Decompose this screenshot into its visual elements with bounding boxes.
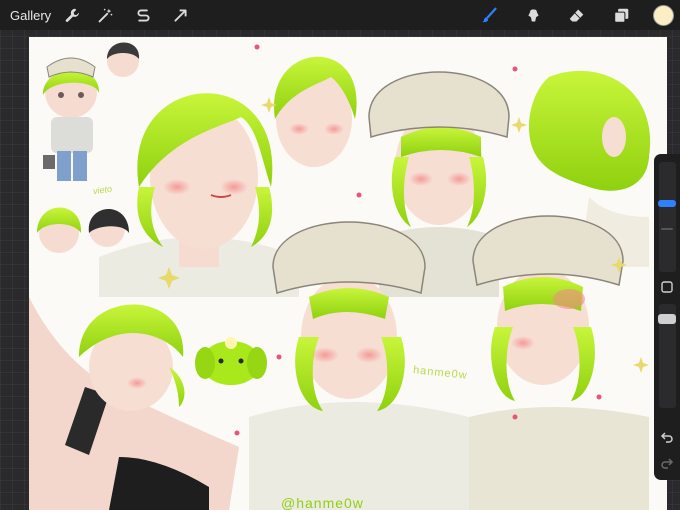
gallery-button[interactable]: Gallery [10, 8, 51, 23]
sketch-artwork [29, 42, 651, 510]
magic-wand-icon[interactable] [96, 6, 114, 24]
layers-icon[interactable] [612, 6, 630, 24]
transform-arrow-icon[interactable] [171, 6, 189, 24]
chibi-pair [37, 207, 129, 253]
redo-icon[interactable] [660, 456, 674, 470]
head-top-center [274, 56, 357, 167]
chibi-head-dark [107, 42, 140, 77]
smudge-icon[interactable] [524, 6, 542, 24]
wrench-icon[interactable] [63, 6, 81, 24]
drawing-canvas[interactable]: vieto hanme0w @hanme0w [29, 37, 667, 510]
brush-size-thumb[interactable] [658, 200, 676, 207]
arm-portrait [29, 297, 239, 510]
brush-slider-panel [654, 154, 680, 480]
eyedropper-square-icon[interactable] [660, 280, 674, 294]
green-dog-doodle [195, 337, 267, 385]
eraser-icon[interactable] [567, 6, 585, 24]
main-portrait [99, 93, 299, 297]
top-toolbar: Gallery [0, 0, 680, 30]
canvas-signature: @hanme0w [281, 495, 364, 510]
active-color-swatch[interactable] [653, 5, 674, 26]
undo-icon[interactable] [660, 430, 674, 444]
opacity-thumb[interactable] [658, 314, 676, 324]
selection-s-icon[interactable] [134, 6, 152, 24]
brush-icon[interactable] [480, 6, 498, 24]
beanie-portrait-right [469, 215, 649, 510]
chibi-figure [42, 57, 100, 181]
brush-size-slider[interactable] [659, 162, 676, 272]
brush-size-marker [661, 228, 673, 230]
